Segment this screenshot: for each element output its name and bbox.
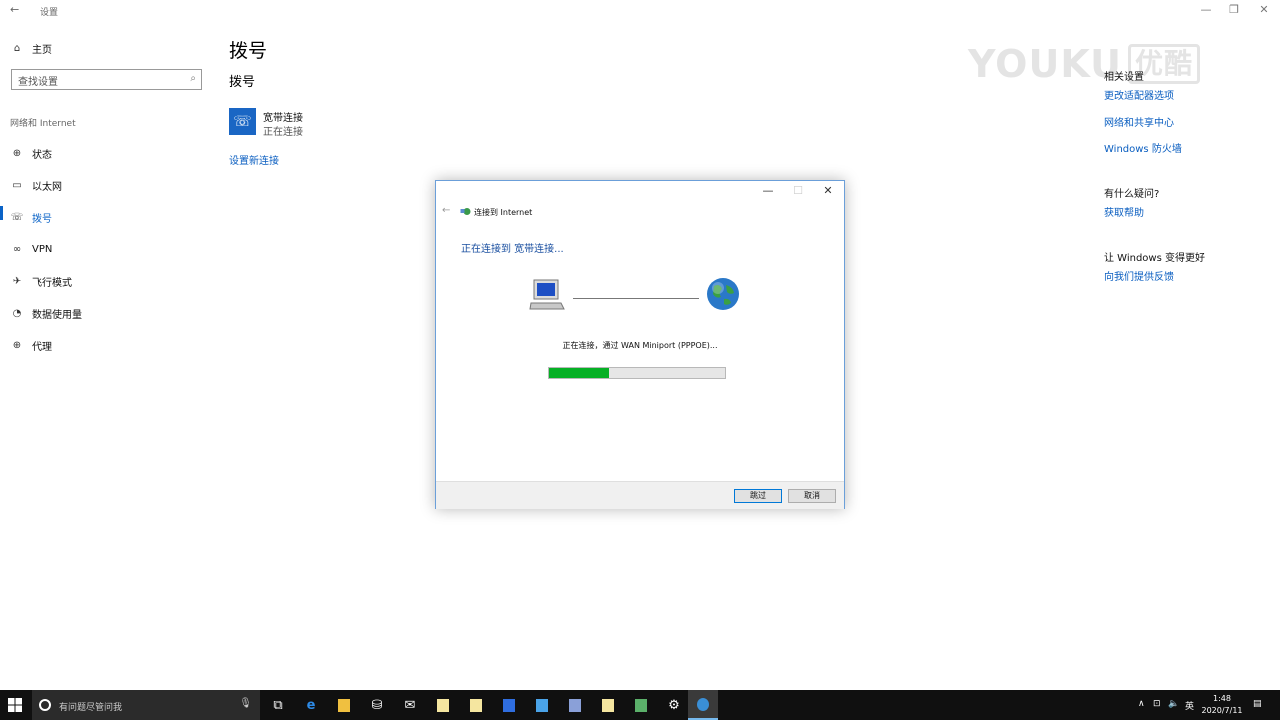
- minimize-button[interactable]: —: [1196, 3, 1216, 16]
- network-connection-icon: [460, 208, 471, 215]
- notepad-icon-3[interactable]: [593, 690, 623, 720]
- windows-start-icon[interactable]: [8, 698, 22, 712]
- taskbar: 有问题尽管问我 🎙 ⧉ e ⛁ ✉ ⚙ ∧ ⊡ 🔈 英 1:48 2020/7/…: [0, 690, 1280, 720]
- broadband-connection-icon[interactable]: ☏: [229, 108, 256, 135]
- dialog-maximize-button: ☐: [793, 184, 803, 197]
- action-center-icon[interactable]: ▤: [1253, 699, 1262, 709]
- connection-line: [573, 298, 699, 299]
- settings-gear-icon[interactable]: ⚙: [659, 690, 689, 720]
- sidebar-item-label: 状态: [32, 149, 52, 161]
- app-icon-1[interactable]: [527, 690, 557, 720]
- computer-icon: [529, 279, 565, 310]
- edge-icon[interactable]: e: [296, 690, 326, 720]
- restore-button[interactable]: ❐: [1224, 3, 1244, 16]
- sidebar-item-label: 代理: [32, 341, 52, 353]
- task-view-icon[interactable]: ⧉: [263, 690, 293, 720]
- settings-window: ← 设置 — ❐ ✕ ⌂ 主页 ⌕ 网络和 Internet ⊕ 状态 ▭ 以太网 ☏ 拨…: [0, 0, 1280, 690]
- sidebar-item-dialup[interactable]: ☏ 拨号: [10, 207, 52, 227]
- dialog-footer: 跳过 取消: [436, 481, 844, 509]
- proxy-icon: ⊕: [12, 339, 22, 351]
- connection-status: 正在连接: [263, 127, 303, 138]
- tray-chevron-icon[interactable]: ∧: [1138, 699, 1145, 709]
- home-icon: ⌂: [13, 42, 21, 54]
- connect-dialog-taskbar-icon[interactable]: [688, 690, 718, 720]
- globe-icon: ⊕: [12, 147, 22, 159]
- window-title: 设置: [40, 8, 59, 18]
- sidebar-item-ethernet[interactable]: ▭ 以太网: [10, 175, 62, 195]
- feedback-link[interactable]: 向我们提供反馈: [1104, 268, 1174, 283]
- network-sharing-center-link[interactable]: 网络和共享中心: [1104, 114, 1174, 129]
- youku-watermark: YOUKU 优酷: [968, 42, 1200, 86]
- cortana-icon: [39, 699, 51, 711]
- sidebar-item-proxy[interactable]: ⊕ 代理: [10, 335, 52, 355]
- sidebar-item-label: 以太网: [32, 181, 62, 193]
- globe-icon: [707, 278, 739, 310]
- settings-search[interactable]: ⌕: [11, 69, 202, 92]
- connection-name[interactable]: 宽带连接: [263, 109, 303, 124]
- progress-bar: [548, 367, 726, 379]
- sidebar-section-label: 网络和 Internet: [10, 119, 76, 129]
- mail-icon[interactable]: ✉: [395, 690, 425, 720]
- sidebar-item-label: 飞行模式: [32, 277, 72, 289]
- dialog-heading: 正在连接到 宽带连接...: [461, 244, 564, 255]
- notepad-icon-2[interactable]: [461, 690, 491, 720]
- feedback-heading: 让 Windows 变得更好: [1104, 253, 1205, 264]
- taskbar-search-placeholder: 有问题尽管问我: [59, 703, 123, 713]
- cancel-button[interactable]: 取消: [788, 489, 836, 503]
- section-title: 拨号: [229, 75, 256, 90]
- back-icon[interactable]: ←: [10, 3, 19, 16]
- sidebar-item-airplane[interactable]: ✈ 飞行模式: [10, 271, 72, 291]
- data-usage-icon: ◔: [12, 307, 22, 319]
- progress-fill: [549, 368, 609, 378]
- get-help-link[interactable]: 获取帮助: [1104, 204, 1144, 219]
- clock-date: 2020/7/11: [1201, 706, 1243, 715]
- store-icon[interactable]: ⛁: [362, 690, 392, 720]
- watermark-text: YOUKU: [968, 42, 1122, 86]
- related-settings-heading: 相关设置: [1104, 72, 1144, 83]
- network-tray-icon[interactable]: ⊡: [1153, 699, 1161, 709]
- connect-dialog: — ☐ ✕ ← 连接到 Internet 正在连接到 宽带连接... 正在连接，…: [435, 180, 845, 509]
- file-explorer-icon[interactable]: [329, 690, 359, 720]
- active-indicator: [0, 206, 3, 220]
- clock[interactable]: 1:48 2020/7/11: [1196, 693, 1248, 717]
- sidebar-item-label: 数据使用量: [32, 309, 82, 321]
- title-bar: ← 设置 — ❐ ✕: [0, 0, 1280, 22]
- setup-new-connection-link[interactable]: 设置新连接: [229, 152, 279, 167]
- dialog-back-icon[interactable]: ←: [442, 205, 450, 216]
- taskbar-search[interactable]: 有问题尽管问我 🎙: [32, 690, 260, 720]
- skip-button[interactable]: 跳过: [734, 489, 782, 503]
- baidu-icon[interactable]: [494, 690, 524, 720]
- airplane-icon: ✈: [12, 275, 22, 287]
- sidebar-item-globe[interactable]: ⊕ 状态: [10, 143, 52, 163]
- notepad-icon-1[interactable]: [428, 690, 458, 720]
- ethernet-icon: ▭: [12, 179, 22, 191]
- search-icon[interactable]: ⌕: [190, 73, 196, 84]
- microphone-icon[interactable]: 🎙: [239, 698, 252, 709]
- sidebar-home[interactable]: ⌂ 主页: [10, 38, 52, 58]
- network-app-icon[interactable]: [626, 690, 656, 720]
- page-title: 拨号: [229, 40, 268, 62]
- app-icon-2[interactable]: [560, 690, 590, 720]
- dialog-close-button[interactable]: ✕: [816, 184, 840, 197]
- change-adapter-options-link[interactable]: 更改适配器选项: [1104, 87, 1174, 102]
- sidebar-item-data-usage[interactable]: ◔ 数据使用量: [10, 303, 82, 323]
- ime-indicator[interactable]: 英: [1185, 699, 1194, 712]
- dialup-icon: ☏: [10, 211, 24, 223]
- sidebar-item-vpn[interactable]: ∞ VPN: [10, 239, 53, 259]
- search-input[interactable]: [12, 73, 180, 92]
- connection-progress-text: 正在连接，通过 WAN Miniport (PPPOE)...: [562, 341, 718, 350]
- close-button[interactable]: ✕: [1254, 3, 1274, 16]
- vpn-icon: ∞: [12, 243, 22, 255]
- volume-icon[interactable]: 🔈: [1168, 699, 1179, 709]
- dialog-minimize-button[interactable]: —: [756, 184, 780, 197]
- dialog-nav-title: 连接到 Internet: [474, 208, 533, 217]
- clock-time: 1:48: [1213, 694, 1231, 703]
- windows-firewall-link[interactable]: Windows 防火墙: [1104, 140, 1182, 155]
- question-heading: 有什么疑问?: [1104, 189, 1160, 200]
- sidebar-item-label: 拨号: [32, 213, 52, 225]
- sidebar-home-label: 主页: [32, 44, 52, 56]
- sidebar-item-label: VPN: [32, 243, 53, 255]
